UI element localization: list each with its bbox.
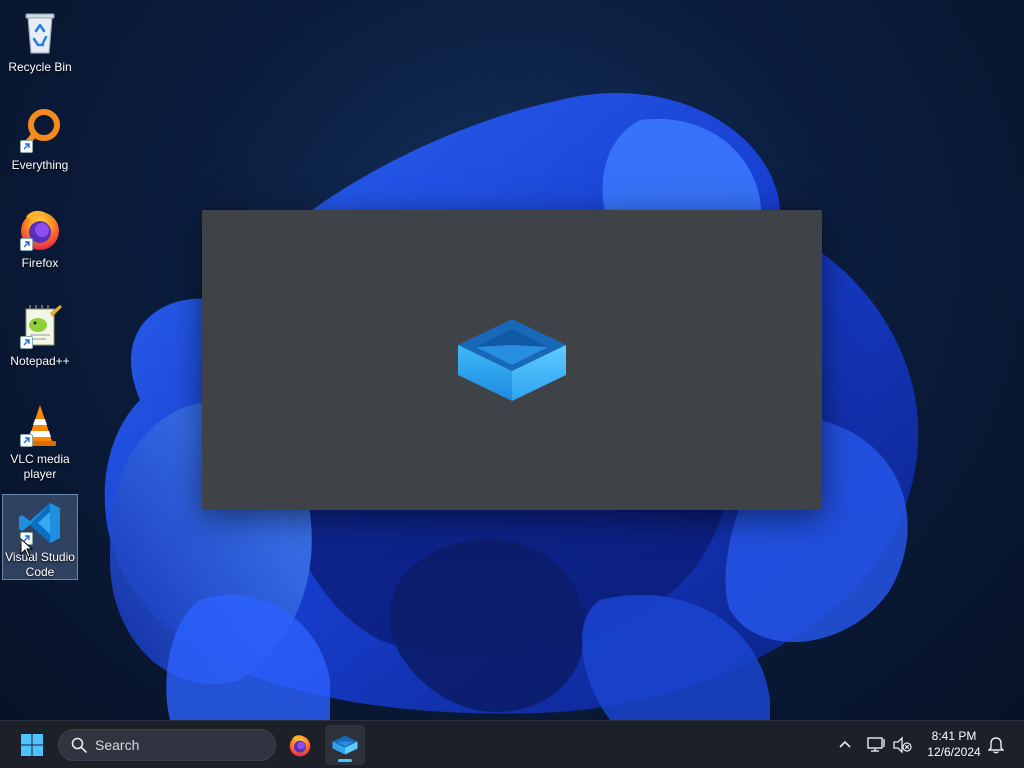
taskbar-app-sandbox[interactable] [325, 725, 365, 765]
desktop-icon-label: Recycle Bin [8, 60, 72, 74]
app-splash-window[interactable] [202, 210, 822, 510]
sandbox-box-icon [332, 735, 358, 755]
chevron-up-icon [839, 740, 851, 748]
shortcut-arrow-icon [20, 336, 33, 349]
start-button[interactable] [12, 725, 52, 765]
search-icon [71, 737, 87, 753]
desktop-icon-everything[interactable]: Everything [2, 102, 78, 174]
firefox-icon [289, 735, 311, 757]
desktop-icon-label: Notepad++ [10, 354, 70, 368]
taskbar-clock[interactable]: 8:41 PM 12/6/2024 [918, 728, 990, 760]
network-status-button[interactable] [864, 733, 888, 757]
notifications-button[interactable] [984, 733, 1008, 757]
clock-date: 12/6/2024 [927, 745, 981, 759]
running-indicator [338, 759, 352, 762]
desktop-icon-label: VLC media player [10, 452, 70, 481]
desktop-icon-vscode[interactable]: Visual Studio Code [2, 494, 78, 580]
network-icon [867, 737, 885, 752]
recycle-bin-icon [16, 9, 64, 57]
search-placeholder: Search [95, 737, 140, 753]
mouse-cursor-icon [20, 538, 34, 558]
desktop[interactable]: Recycle Bin Everything Firefox Notepad++… [0, 0, 1024, 720]
desktop-icon-label: Firefox [21, 256, 59, 270]
volume-muted-icon [893, 736, 912, 754]
bell-icon [988, 737, 1004, 754]
shortcut-arrow-icon [20, 238, 33, 251]
shortcut-arrow-icon [20, 434, 33, 447]
notepad-plus-plus-icon [16, 303, 64, 351]
shortcut-arrow-icon [20, 140, 33, 153]
volume-button[interactable] [890, 733, 914, 757]
desktop-icon-recycle-bin[interactable]: Recycle Bin [2, 4, 78, 76]
taskbar: Search 8:41 PM 12/6/2024 [0, 720, 1024, 768]
desktop-icon-vlc[interactable]: VLC media player [2, 396, 78, 483]
sandbox-box-icon [458, 319, 566, 401]
vlc-cone-icon [16, 401, 64, 449]
everything-search-icon [16, 107, 64, 155]
desktop-icon-label: Visual Studio Code [5, 550, 75, 579]
firefox-icon [16, 205, 64, 253]
windows-logo-icon [21, 734, 43, 756]
desktop-icon-firefox[interactable]: Firefox [2, 200, 78, 272]
desktop-icon-label: Everything [11, 158, 69, 172]
taskbar-search-box[interactable]: Search [58, 729, 276, 761]
clock-time: 8:41 PM [931, 729, 977, 743]
desktop-icon-notepad-plus-plus[interactable]: Notepad++ [2, 298, 78, 370]
show-hidden-icons-button[interactable] [833, 733, 857, 757]
taskbar-app-firefox[interactable] [280, 725, 320, 765]
